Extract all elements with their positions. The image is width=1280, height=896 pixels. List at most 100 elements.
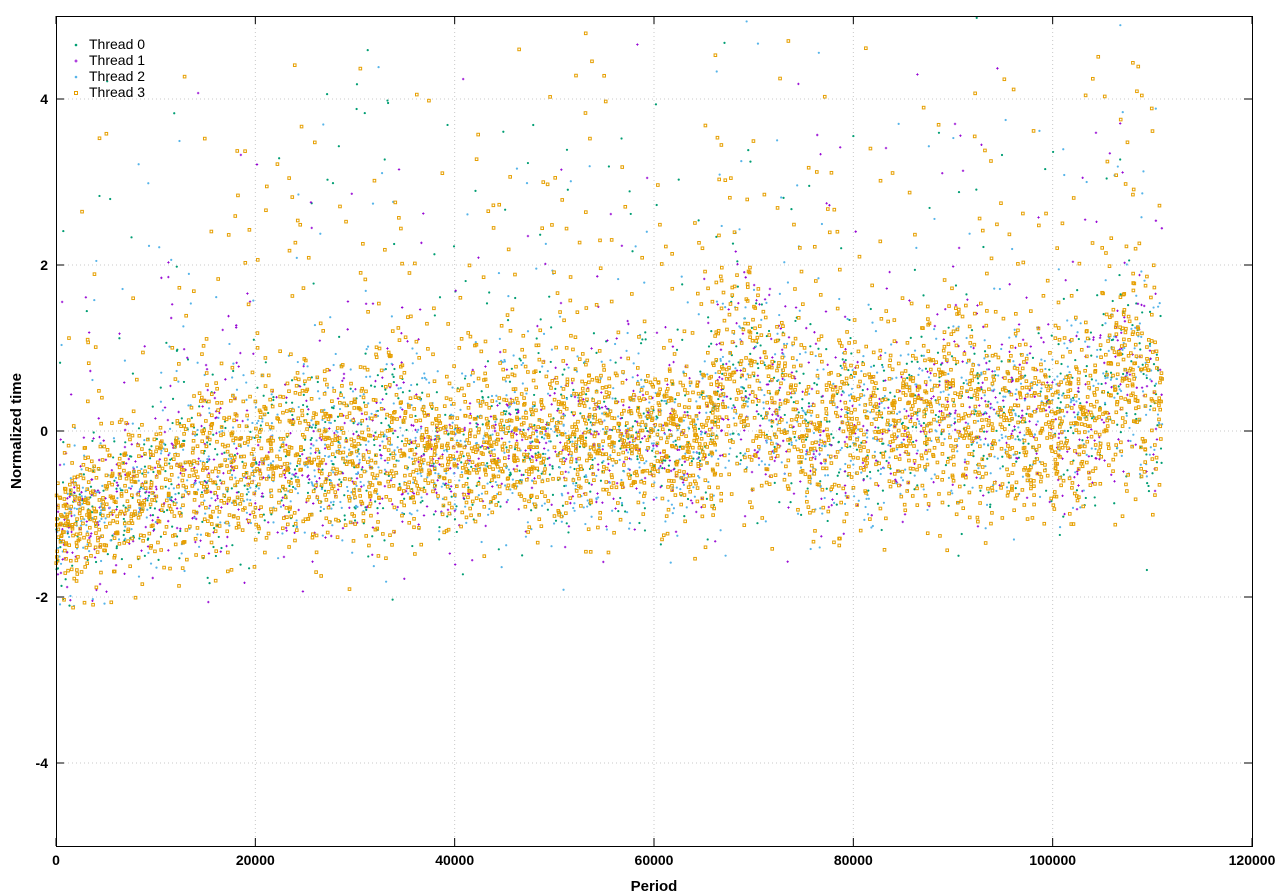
data-point [1158,368,1162,372]
data-point [1117,385,1120,388]
data-point [697,219,700,222]
data-point [124,441,127,444]
data-point [913,474,916,477]
data-point [252,299,255,302]
data-point [113,479,116,482]
data-point [663,467,666,470]
data-point [267,411,270,415]
data-point [507,295,510,298]
data-point [182,448,185,451]
data-point [477,457,480,460]
data-point [93,556,97,559]
data-point [1059,401,1062,404]
data-point [872,437,875,440]
data-point [284,506,289,510]
data-point [739,438,743,441]
data-point [643,281,646,284]
data-point [164,448,169,453]
data-point [381,385,384,388]
data-point [509,488,512,491]
data-point [1057,432,1061,436]
data-point [192,289,196,293]
data-point [998,392,1002,395]
data-point [626,451,630,454]
data-point [952,403,956,408]
data-point [423,376,426,379]
data-point [259,424,262,427]
data-point [306,466,309,469]
data-point [306,365,309,368]
data-point [59,438,62,441]
data-point [426,347,430,351]
data-point [395,508,399,512]
data-point [655,496,658,499]
data-point [895,376,898,379]
data-point [364,302,368,306]
data-point [137,163,140,166]
data-point [1014,346,1017,350]
data-point [773,459,776,463]
data-point [1085,180,1088,184]
data-point [926,458,929,461]
data-point [1004,395,1007,398]
data-point [1076,413,1079,416]
data-point [720,377,724,381]
data-point [616,452,621,456]
data-point [790,371,794,374]
data-point [631,250,634,253]
data-point [1107,415,1111,420]
data-point [355,107,358,111]
data-point [1002,405,1005,408]
data-point [291,485,295,489]
data-point [1079,402,1082,405]
data-point [630,458,633,461]
data-point [287,511,291,514]
data-point [632,389,635,393]
data-point [76,484,81,489]
data-point [735,455,738,458]
data-point [1116,392,1119,395]
data-point [573,509,576,512]
data-point [1057,397,1060,400]
data-point [982,430,986,433]
data-point [601,428,605,431]
data-point [95,259,98,263]
data-point [641,393,645,397]
data-point [944,463,948,467]
data-point [504,413,507,416]
data-point [732,363,735,366]
data-point [807,402,811,405]
data-point [408,396,413,401]
data-point [131,422,134,425]
data-point [93,298,96,302]
data-point [152,470,155,474]
data-point [551,465,554,468]
data-point [1009,406,1013,410]
data-point [141,350,145,355]
data-point [322,123,325,126]
data-point [820,222,824,226]
data-point [984,437,987,441]
data-point [303,438,307,441]
data-point [63,490,68,494]
data-point [1007,481,1010,484]
data-point [540,436,544,439]
data-point [244,476,248,480]
data-point [361,465,364,469]
data-point [441,497,444,500]
data-point [347,411,352,416]
data-point [1119,389,1123,393]
data-point [549,427,553,431]
data-point [1119,158,1122,161]
data-point [746,400,749,403]
data-point [554,519,558,522]
data-point [249,486,252,489]
data-point [838,297,841,301]
data-point [309,397,314,401]
data-point [455,530,458,534]
data-point [585,427,588,430]
data-point [319,505,322,509]
data-point [160,276,163,280]
data-point [874,417,878,421]
data-point [611,397,614,400]
